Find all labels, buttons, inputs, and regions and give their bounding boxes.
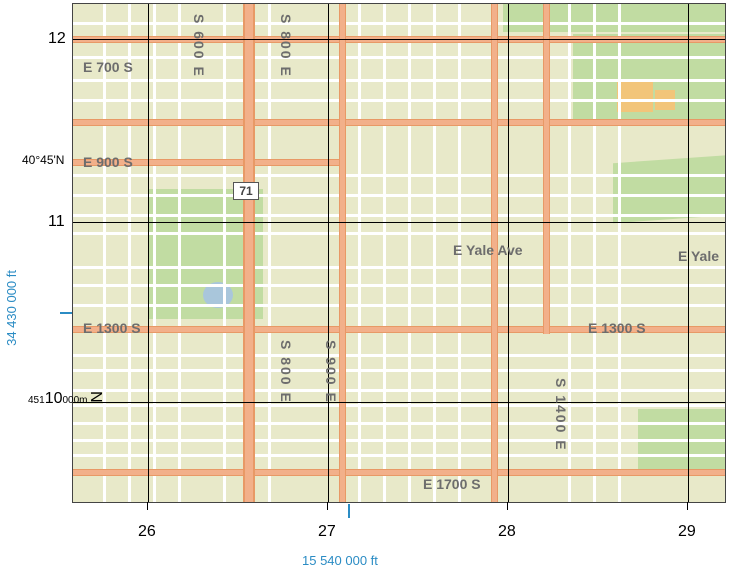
minor-road [153, 4, 156, 502]
minor-road [433, 4, 436, 502]
minor-road [73, 439, 725, 442]
x-axis-tick-27: 27 [318, 523, 336, 541]
x-axis-tick-29: 29 [678, 523, 696, 541]
y-axis-tick-11: 11 [48, 213, 65, 231]
minor-road [618, 4, 621, 502]
route-shield-71: 71 [233, 182, 259, 200]
minor-road [178, 4, 181, 502]
x-tick [327, 502, 328, 510]
utm-prefix: 451 [28, 395, 45, 406]
street-label-s800e-top: S 800 E [278, 14, 294, 78]
lat-label: 40°45'N [22, 153, 64, 167]
minor-road [73, 214, 725, 217]
minor-road [73, 22, 725, 25]
utm-grid-line [148, 4, 149, 502]
street-label-e1300s-right: E 1300 S [588, 320, 646, 336]
utm-suffix: 000m [62, 395, 87, 406]
minor-road [73, 79, 725, 82]
street-label-yale: E Yale Ave [453, 242, 523, 258]
state-plane-east-tick [348, 504, 350, 518]
minor-road [73, 174, 725, 177]
minor-road [73, 194, 725, 197]
street-label-e1700s: E 1700 S [423, 476, 481, 492]
street-label-yale-right: E Yale [678, 248, 719, 264]
graticule-line [73, 39, 725, 40]
utm-grid-line [73, 222, 725, 223]
utm-grid-line [328, 4, 329, 502]
x-tick [147, 502, 148, 510]
x-tick [687, 502, 688, 510]
minor-road [128, 4, 131, 502]
minor-road [73, 56, 725, 59]
minor-road [73, 369, 725, 372]
minor-road [103, 4, 106, 502]
minor-road [358, 4, 361, 502]
y-axis-tick-12: 12 [48, 30, 66, 48]
street-label-s1400e: S 1400 E [553, 378, 569, 452]
street-label-s900e: S 900 E [323, 340, 339, 404]
minor-road [73, 404, 725, 407]
minor-road [73, 454, 725, 457]
minor-road [73, 354, 725, 357]
minor-road [268, 4, 271, 502]
x-axis-tick-26: 26 [138, 523, 156, 541]
minor-road [73, 304, 725, 307]
state-plane-east-label: 15 540 000 ft [302, 553, 378, 568]
minor-road [593, 4, 596, 502]
minor-road [73, 99, 725, 102]
utm-main: 10 [45, 390, 63, 407]
minor-road [383, 4, 386, 502]
x-axis-tick-28: 28 [498, 523, 516, 541]
minor-road [73, 389, 725, 392]
street-label-e700s: E 700 S [83, 59, 133, 75]
map-viewport[interactable]: 71 E 700 S E 900 S E 1300 S E 1300 S E 1… [72, 3, 726, 503]
street-label-e900s: E 900 S [83, 154, 133, 170]
minor-road [73, 284, 725, 287]
minor-road [223, 4, 226, 502]
road-s1300e [543, 4, 550, 334]
minor-road [73, 422, 725, 425]
utm-grid-line [73, 402, 725, 403]
road-s900e [339, 4, 346, 502]
building [617, 82, 653, 112]
street-label-s800e-bot: S 800 E [278, 340, 294, 404]
highway-71 [243, 4, 255, 502]
park-area [503, 4, 726, 32]
x-tick [507, 502, 508, 510]
street-label-e1300s: E 1300 S [83, 320, 141, 336]
road-e1700s [73, 469, 725, 476]
minor-road [73, 266, 725, 269]
y-axis-utm-label: 45110000mN [28, 390, 107, 408]
utm-orientation: N [89, 391, 107, 403]
park-area [613, 155, 726, 223]
minor-road [408, 4, 411, 502]
state-plane-north-tick [60, 312, 72, 314]
minor-road [73, 232, 725, 235]
road-e800s [73, 119, 725, 126]
state-plane-north-label: 34 430 000 ft [4, 270, 19, 346]
street-label-s600e: S 600 E [191, 14, 207, 78]
